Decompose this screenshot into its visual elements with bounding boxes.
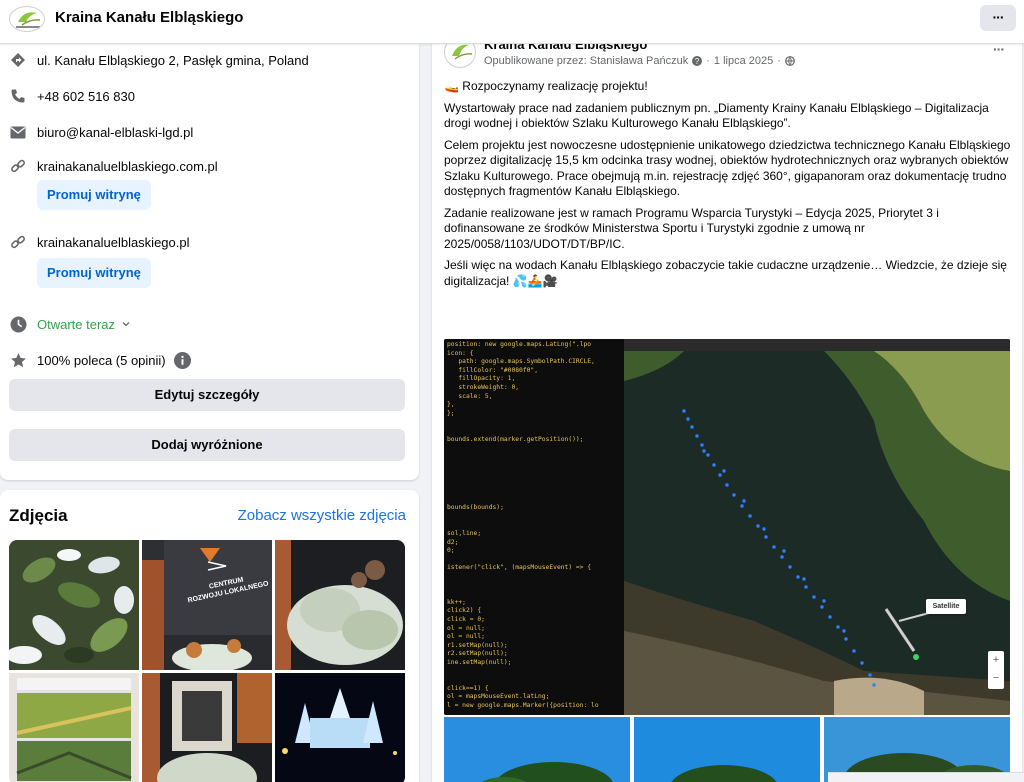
post-image-thumbnail[interactable]: [444, 717, 630, 782]
post-image-thumbnail[interactable]: [634, 717, 820, 782]
chevron-down-icon[interactable]: [121, 319, 131, 329]
directions-icon: [9, 51, 27, 69]
star-icon: [9, 351, 27, 369]
post-card: Kraina Kanału Elbląskiego Opublikowane p…: [432, 32, 1022, 782]
link-icon: [9, 233, 27, 251]
hours-row[interactable]: Otwarte teraz: [9, 315, 131, 333]
rating-text: 100% poleca (5 opinii): [37, 352, 166, 368]
minus-icon[interactable]: −: [993, 672, 999, 684]
about-card: ul. Kanału Elbląskiego 2, Pasłęk gmina, …: [0, 44, 419, 480]
phone-text[interactable]: +48 602 516 830: [37, 89, 135, 104]
see-all-photos-link[interactable]: Zobacz wszystkie zdjęcia: [238, 507, 406, 524]
page-title[interactable]: Kraina Kanału Elbląskiego: [55, 9, 243, 26]
website-row-1: krainakanaluelblaskiego.com.pl: [9, 157, 218, 175]
info-icon[interactable]: [173, 351, 191, 369]
photo-thumbnail[interactable]: CENTRUM ROZWOJU LOKALNEGO: [142, 540, 272, 670]
link-icon: [9, 157, 27, 175]
code-editor-screenshot: position: new google.maps.LatLng(".lpo i…: [444, 339, 624, 715]
svg-text:?: ?: [695, 57, 700, 66]
browser-toolbar: [624, 339, 1010, 351]
email-row: biuro@kanal-elblaski-lgd.pl: [9, 123, 193, 141]
meta-separator: ·: [777, 55, 781, 67]
post-paragraph: Jeśli więc na wodach Kanału Elbląskiego …: [444, 258, 1007, 288]
more-options-button[interactable]: ···: [980, 5, 1016, 31]
photos-heading: Zdjęcia: [9, 506, 68, 525]
address-row: ul. Kanału Elbląskiego 2, Pasłęk gmina, …: [9, 51, 309, 69]
post-text: 🚤 Rozpoczynamy realizację projektu! Wyst…: [444, 79, 1014, 295]
promote-website-button-1[interactable]: Promuj witrynę: [37, 180, 151, 210]
website-row-2: krainakanaluelblaskiego.pl: [9, 233, 190, 251]
plus-icon[interactable]: +: [993, 654, 999, 666]
address-text: ul. Kanału Elbląskiego 2, Pasłęk gmina, …: [37, 52, 309, 68]
clock-icon: [9, 315, 27, 333]
phone-icon: [9, 87, 27, 105]
open-now-status[interactable]: Otwarte teraz: [37, 317, 115, 332]
email-text[interactable]: biuro@kanal-elblaski-lgd.pl: [37, 125, 193, 140]
photo-thumbnail[interactable]: [9, 673, 139, 782]
globe-icon: [785, 56, 795, 66]
map-zoom-control[interactable]: + −: [988, 651, 1004, 689]
add-featured-button[interactable]: Dodaj wyróżnione: [9, 429, 405, 461]
photo-thumbnail[interactable]: [142, 673, 272, 782]
page-header: Kraina Kanału Elbląskiego ···: [0, 0, 1024, 44]
page-logo[interactable]: [9, 6, 45, 32]
published-by-text: Opublikowane przez: Stanisława Pańczuk: [484, 55, 689, 67]
post-date[interactable]: 1 lipca 2025: [714, 55, 773, 67]
post-paragraph: Celem projektu jest nowoczesne udostępni…: [444, 137, 1011, 199]
post-paragraph: 🚤 Rozpoczynamy realizację projektu!: [444, 79, 648, 93]
photos-card: Zdjęcia Zobacz wszystkie zdjęcia CENTRUM…: [0, 490, 419, 782]
horizontal-scrollbar[interactable]: [828, 772, 1024, 782]
email-icon: [9, 123, 27, 141]
post-meta: Opublikowane przez: Stanisława Pańczuk ?…: [484, 55, 799, 67]
meta-separator: ·: [706, 55, 710, 67]
promote-website-button-2[interactable]: Promuj witrynę: [37, 258, 151, 288]
website-link-1[interactable]: krainakanaluelblaskiego.com.pl: [37, 159, 218, 174]
post-image[interactable]: position: new google.maps.LatLng(".lpo i…: [444, 339, 1010, 715]
map-type-selector[interactable]: Satellite: [926, 599, 966, 614]
post-paragraph: Wystartowały prace nad zadaniem publiczn…: [444, 100, 989, 131]
website-link-2[interactable]: krainakanaluelblaskiego.pl: [37, 235, 190, 250]
satellite-map: Satellite + −: [624, 351, 1010, 715]
edit-details-button[interactable]: Edytuj szczegóły: [9, 379, 405, 411]
rating-row: 100% poleca (5 opinii): [9, 351, 191, 369]
photo-thumbnail[interactable]: [9, 540, 139, 670]
photo-thumbnail[interactable]: [275, 673, 405, 782]
photo-thumbnail[interactable]: [275, 540, 405, 670]
post-paragraph: Zadanie realizowane jest w ramach Progra…: [444, 205, 939, 251]
phone-row: +48 602 516 830: [9, 87, 135, 105]
photos-grid: CENTRUM ROZWOJU LOKALNEGO: [9, 540, 405, 782]
question-icon[interactable]: ?: [692, 56, 703, 66]
